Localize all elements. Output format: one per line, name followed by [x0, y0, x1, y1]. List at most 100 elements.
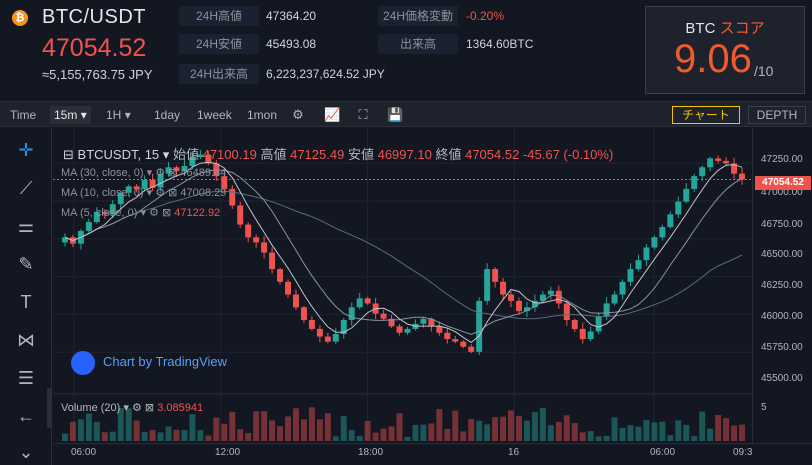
volume-bar [404, 436, 411, 441]
collapse-icon[interactable]: ⊟ [63, 147, 74, 162]
trendline-icon[interactable]: ⟋ [12, 174, 40, 202]
ma-5-value: 47122.92 [174, 207, 221, 219]
chart-toolbar: Time 15m ▾ 1H ▾ 1day 1week 1mon ⚙ 📈 ⛶ 💾 … [0, 101, 812, 127]
measure-icon[interactable]: ☰ [12, 364, 40, 392]
ohlc-legend: ⊟ BTCUSDT, 15 ▾ 始値 47100.19 高値 47125.49 … [63, 144, 613, 163]
stat-label-volume: 出来高 [378, 34, 458, 54]
depth-button[interactable]: DEPTH [748, 106, 806, 124]
volume-bar [62, 433, 68, 441]
settings-icon[interactable]: ⚙ [155, 167, 165, 179]
chevron-down-icon: ▾ [80, 108, 87, 122]
stat-value-24h-low: 45493.08 [266, 37, 317, 51]
volume-bar [715, 415, 722, 441]
candle-body [603, 303, 610, 317]
candle-body [245, 224, 252, 238]
chart-pane[interactable]: ⊟ BTCUSDT, 15 ▾ 始値 47100.19 高値 47125.49 … [53, 128, 752, 465]
settings-icon[interactable]: ⚙ [155, 187, 165, 199]
close-icon[interactable]: ⊠ [162, 207, 171, 219]
gear-icon[interactable]: ⚙ [290, 107, 306, 123]
volume-legend[interactable]: Volume (20) ▾ ⚙ ⊠ 3.085941 [61, 401, 203, 414]
watermark-text: Chart by TradingView [103, 354, 228, 369]
fib-icon[interactable]: ⚌ [12, 212, 40, 240]
volume-bar [699, 411, 706, 441]
interval-1mon[interactable]: 1mon [247, 106, 277, 124]
volume-bar [595, 436, 602, 441]
candle-body [563, 303, 570, 320]
price-axis[interactable]: 47250.00 47000.00 46750.00 46500.00 4625… [752, 128, 812, 465]
text-icon[interactable]: T [12, 288, 40, 316]
candle-body [635, 260, 642, 270]
indicator-icon[interactable]: 📈 [324, 107, 340, 123]
time-tick: 06:00 [71, 447, 97, 458]
volume-bar [476, 420, 483, 441]
close-icon[interactable]: ⊠ [168, 167, 177, 179]
tradingview-watermark[interactable]: Chart by TradingView [71, 350, 228, 375]
chevron-down-icon: ▾ [146, 167, 153, 179]
price-tick: 45500.00 [761, 373, 803, 384]
stat-label-24h-volume: 24H出来高 [179, 64, 259, 84]
candle-body [547, 290, 554, 295]
price-tick: 46250.00 [761, 280, 803, 291]
brush-icon[interactable]: ✎ [12, 250, 40, 278]
sidebar-scrollbar[interactable] [47, 388, 52, 428]
candle-body [516, 300, 522, 312]
volume-bar [300, 419, 307, 441]
time-tick: 12:00 [215, 447, 241, 458]
volume-bar [523, 420, 530, 441]
chevron-down-icon: ▾ [146, 187, 153, 199]
ma-10-value: 47008.29 [180, 187, 227, 199]
score-card: BTC スコア 9.06 /10 [645, 6, 805, 94]
volume-bar [316, 419, 323, 441]
symbol-label[interactable]: BTCUSDT, 15 [78, 147, 160, 162]
volume-bar [396, 413, 403, 441]
volume-bar [221, 423, 228, 441]
stat-value-24h-volume: 6,223,237,624.52 JPY [266, 67, 385, 81]
close-icon[interactable]: ⊠ [168, 187, 177, 199]
interval-15m[interactable]: 15m ▾ [50, 106, 91, 124]
volume-bar [452, 410, 459, 441]
volume-bar [181, 429, 188, 441]
close-label: 終値 [435, 147, 462, 162]
settings-icon[interactable]: ⚙ [149, 207, 159, 219]
close-icon[interactable]: ⊠ [145, 402, 154, 414]
score-coin: BTC [685, 20, 716, 37]
interval-1h[interactable]: 1H ▾ [106, 106, 131, 124]
time-axis[interactable]: 06:00 12:00 18:00 16 06:00 09:3 [53, 443, 812, 465]
volume-bar [157, 432, 164, 441]
volume-bar [619, 427, 626, 441]
score-label: スコア [719, 20, 765, 37]
volume-bar [412, 424, 419, 441]
crosshair-icon[interactable]: ✛ [12, 136, 40, 164]
chevron-down-icon: ▾ [124, 108, 131, 122]
volume-value: 3.085941 [157, 402, 204, 414]
candle-body [651, 237, 658, 248]
volume-bar [213, 417, 220, 441]
candle-body [643, 247, 650, 261]
interval-1day[interactable]: 1day [154, 106, 180, 124]
fullscreen-icon[interactable]: ⛶ [355, 107, 371, 123]
price-tick: 46750.00 [761, 219, 803, 230]
interval-1week[interactable]: 1week [197, 106, 232, 124]
price-tick: 45750.00 [761, 342, 803, 353]
volume-bar [101, 432, 108, 441]
chart-button[interactable]: チャート [672, 106, 740, 124]
low-label: 安値 [347, 147, 374, 162]
ma-10-legend[interactable]: MA (10, close, 0) ▾ ⚙ ⊠ 47008.29 [61, 186, 226, 199]
time-tick: 18:00 [358, 447, 384, 458]
volume-bar [173, 429, 180, 441]
candle-body [468, 346, 475, 352]
ma-5-legend[interactable]: MA (5, close, 0) ▾ ⚙ ⊠ 47122.92 [61, 206, 220, 219]
save-icon[interactable]: 💾 [387, 107, 403, 123]
arrow-left-icon[interactable]: ← [12, 402, 40, 430]
ma-30-legend[interactable]: MA (30, close, 0) ▾ ⚙ ⊠ 46489.44 [61, 166, 226, 179]
stat-label-24h-change: 24H価格変動 [378, 6, 458, 26]
volume-bar [492, 417, 499, 441]
volume-bar [739, 424, 745, 441]
settings-icon[interactable]: ⚙ [132, 402, 142, 414]
volume-bar [269, 420, 276, 441]
volume-bar [364, 420, 371, 441]
pattern-icon[interactable]: ⋈ [12, 326, 40, 354]
chevron-down-icon[interactable]: ⌄ [12, 438, 40, 465]
volume-bar [611, 417, 618, 441]
volume-bar [428, 423, 435, 441]
